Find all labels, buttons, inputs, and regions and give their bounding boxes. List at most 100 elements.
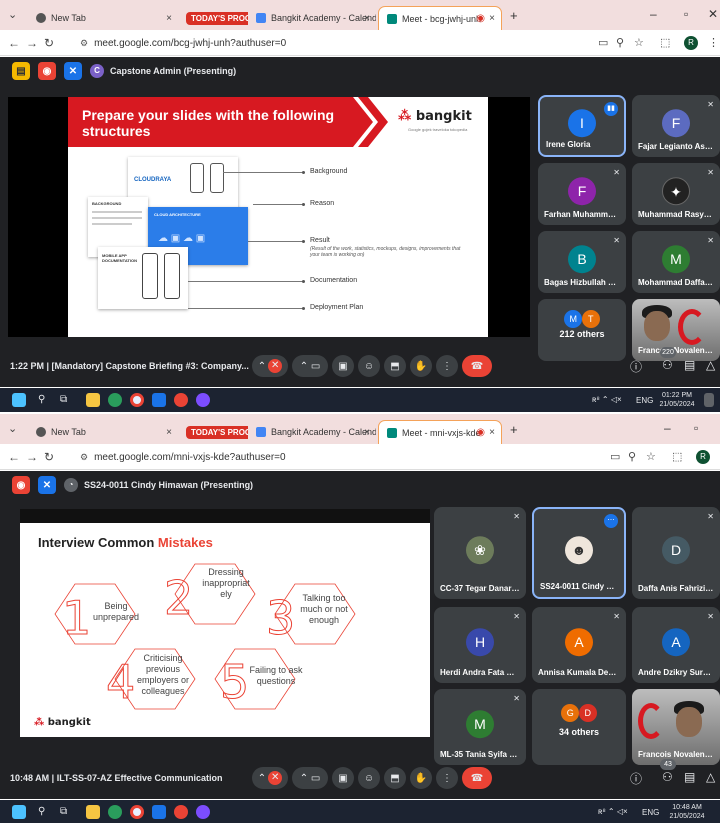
participant-tile[interactable]: ✕ A Annisa Kumala Dewi ... [532,607,626,683]
site-info-icon[interactable]: ⚙ [80,38,88,49]
chat-icon[interactable]: ▤ [684,770,695,784]
tab-meet[interactable]: Meet - bcg-jwhj-unh ◉ × [378,6,502,30]
tab-new-tab[interactable]: New Tab × [28,420,178,444]
participant-tile[interactable]: ✕ M ML-35 Tania Syifa Ut... [434,689,526,765]
forward-icon[interactable]: → [26,36,38,50]
forward-icon[interactable]: → [26,450,38,464]
participant-tile[interactable]: ✕ H Herdi Andra Fata Riz... [434,607,526,683]
record-icon[interactable]: ◉ [12,476,30,494]
captions-button[interactable]: ▣ [332,355,354,377]
captions-button[interactable]: ▣ [332,767,354,789]
site-info-icon[interactable]: ⚙ [80,452,88,463]
mic-button[interactable]: ⌃ ✕ [252,355,288,377]
new-tab-button[interactable]: + [510,422,518,437]
activities-icon[interactable]: △ [706,770,715,784]
system-clock[interactable]: 01:22 PM 21/05/2024 [654,391,700,409]
language-indicator[interactable]: ENG [642,808,659,817]
profile-avatar[interactable]: R [684,36,698,50]
app-icon[interactable] [196,393,210,407]
back-icon[interactable]: ← [8,36,20,50]
info-icon[interactable]: ⓘ [630,770,642,787]
participant-tile[interactable]: ✕ A Andre Dzikry Surya ... [632,607,720,683]
tab-new-tab[interactable]: New Tab × [28,6,178,30]
bluetooth-icon[interactable] [152,805,166,819]
start-icon[interactable] [12,805,26,819]
collab-icon[interactable]: ✕ [38,476,56,494]
tab-meet[interactable]: Meet - mni-vxjs-kde ◉ × [378,420,502,444]
edge-icon[interactable] [108,805,122,819]
edge-icon[interactable] [108,393,122,407]
start-icon[interactable] [12,393,26,407]
task-view-icon[interactable]: ⧉ [60,394,67,405]
address-bar[interactable]: ⚙ meet.google.com/bcg-jwhj-unh?authuser=… [80,34,680,52]
more-icon[interactable]: ⋯ [604,514,618,528]
leave-call-button[interactable]: ☎ [462,355,492,377]
record-icon[interactable]: ◉ [38,62,56,80]
raise-hand-button[interactable]: ✋ [410,767,432,789]
zoom-icon[interactable]: ⚲ [616,36,624,49]
collab-icon[interactable]: ✕ [64,62,82,80]
more-options-button[interactable]: ⋮ [436,355,458,377]
close-tab-icon[interactable]: × [166,13,172,24]
close-tab-icon[interactable]: × [489,13,495,24]
task-view-icon[interactable]: ⧉ [60,806,67,817]
people-icon[interactable]: ⚇ [662,358,673,372]
chrome-taskbar-icon[interactable] [130,393,144,407]
participant-tile[interactable]: ⋯ ☻ SS24-0011 Cindy Hi... [532,507,626,599]
participant-tile[interactable]: ▮▮ I Irene Gloria [538,95,626,157]
present-button[interactable]: ⬒ [384,767,406,789]
leave-call-button[interactable]: ☎ [462,767,492,789]
bluetooth-icon[interactable] [152,393,166,407]
tab-calendar[interactable]: Bangkit Academy - Calendar - × [248,6,376,30]
system-clock[interactable]: 10:48 AM 21/05/2024 [664,803,710,821]
people-icon[interactable]: ⚇ [662,770,673,784]
bookmark-star-icon[interactable]: ☆ [634,36,644,49]
file-explorer-icon[interactable] [86,393,100,407]
mic-button[interactable]: ⌃ ✕ [252,767,288,789]
profile-avatar[interactable]: R [696,450,710,464]
restore-button[interactable]: ▫ [694,421,698,435]
search-icon[interactable]: ⚲ [38,806,45,817]
extensions-icon[interactable]: ⬚ [660,36,670,49]
tab-calendar[interactable]: Bangkit Academy - Calendar - × [248,420,376,444]
emoji-button[interactable]: ☺ [358,767,380,789]
tab-group-todays-program[interactable]: TODAY'S PROGRAM [178,6,248,30]
info-icon[interactable]: ⓘ [630,358,642,375]
present-button[interactable]: ⬒ [384,355,406,377]
participant-tile[interactable]: ✕ F Farhan Muhammad ... [538,163,626,225]
participant-tile[interactable]: ✕ ❀ CC-37 Tegar Danard... [434,507,526,599]
cast-icon[interactable]: ▭ [598,36,608,49]
others-tile[interactable]: G D 34 others [532,689,626,765]
minimize-button[interactable]: – [664,421,671,435]
reload-icon[interactable]: ↻ [44,36,54,50]
extensions-icon[interactable]: ⬚ [672,450,682,463]
chrome-alt-icon[interactable] [174,805,188,819]
chat-icon[interactable]: ▤ [684,358,695,372]
chrome-taskbar-icon[interactable] [130,805,144,819]
minimize-button[interactable]: – [650,7,657,21]
close-tab-icon[interactable]: × [364,13,370,24]
camera-button[interactable]: ⌃ ▭ [292,767,328,789]
bookmark-star-icon[interactable]: ☆ [646,450,656,463]
chrome-alt-icon[interactable] [174,393,188,407]
new-tab-button[interactable]: + [510,8,518,23]
cast-icon[interactable]: ▭ [610,450,620,463]
close-tab-icon[interactable]: × [364,427,370,438]
tray-icons[interactable]: ʀ⁸ ⌃ ◁× [592,395,622,404]
participant-tile[interactable]: ✕ F Fajar Legianto Asmi... [632,95,720,157]
back-icon[interactable]: ← [8,450,20,464]
file-explorer-icon[interactable] [86,805,100,819]
participant-tile[interactable]: ✕ ✦ Muhammad Rasyid ... [632,163,720,225]
participant-tile[interactable]: ✕ B Bagas Hizbullah C0... [538,231,626,293]
emoji-button[interactable]: ☺ [358,355,380,377]
close-window-button[interactable]: ✕ [708,7,718,21]
reload-icon[interactable]: ↻ [44,450,54,464]
notification-icon[interactable] [704,393,714,407]
tab-search-icon[interactable]: ⌄ [8,422,17,435]
more-options-button[interactable]: ⋮ [436,767,458,789]
sticky-icon[interactable]: ▤ [12,62,30,80]
close-tab-icon[interactable]: × [166,427,172,438]
raise-hand-button[interactable]: ✋ [410,355,432,377]
tray-icons[interactable]: ʀ⁸ ⌃ ◁× [598,807,628,816]
zoom-icon[interactable]: ⚲ [628,450,636,463]
